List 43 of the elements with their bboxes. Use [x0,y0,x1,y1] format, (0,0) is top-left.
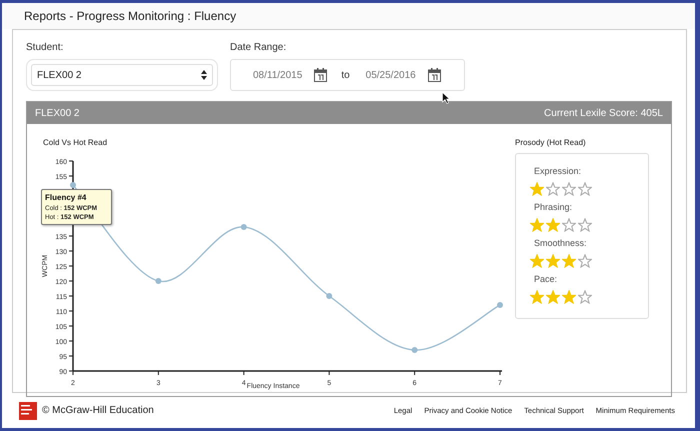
data-point[interactable] [240,224,247,230]
sort-caret-icon [201,70,207,80]
empty-star-icon [562,218,576,232]
field-label: Date Range: [230,42,288,53]
student-name: FLEX00 2 [35,108,80,118]
data-point[interactable] [326,293,332,299]
logo-icon [19,402,37,420]
filled-star-icon [546,254,560,268]
rating-label: Phrasing: [534,202,574,212]
empty-star-icon [578,218,592,232]
filled-star-icon [530,218,544,232]
filled-star-icon [546,290,560,304]
rating-label: Pace: [534,274,558,284]
filled-star-icon [546,218,560,232]
empty-star-icon [578,290,592,304]
prosody-title: Prosody (Hot Read) [515,138,587,147]
filled-star-icon [530,254,544,268]
data-point[interactable] [497,302,503,308]
data-point[interactable] [412,347,418,353]
mouse-cursor-icon [442,92,450,104]
field-label: Student: [26,42,64,53]
filled-star-icon [562,254,576,268]
filled-star-icon [530,182,544,196]
date-field[interactable]: 08/11/2015 [253,70,302,80]
chart-title: Cold Vs Hot Read [43,138,108,147]
empty-star-icon [546,182,560,196]
empty-star-icon [578,182,592,196]
calendar-icon[interactable] [314,68,328,82]
empty-star-icon [578,254,592,268]
data-point[interactable] [70,182,76,188]
data-point[interactable] [155,278,162,284]
calendar-icon[interactable] [428,68,441,82]
range-separator: to [341,70,350,80]
empty-star-icon [562,182,576,196]
copyright-text: © McGraw-Hill Education [42,405,154,416]
page-title: Reports - Progress Monitoring : Fluency [24,9,236,23]
lexile-score: Current Lexile Score: 405L [544,108,663,118]
tooltip-title: Fluency #4 [45,193,88,202]
filled-star-icon [562,290,576,304]
rating-label: Expression: [534,166,582,176]
filled-star-icon [530,290,544,304]
date-field[interactable]: 05/25/2016 [366,70,416,80]
rating-label: Smoothness: [534,238,588,248]
